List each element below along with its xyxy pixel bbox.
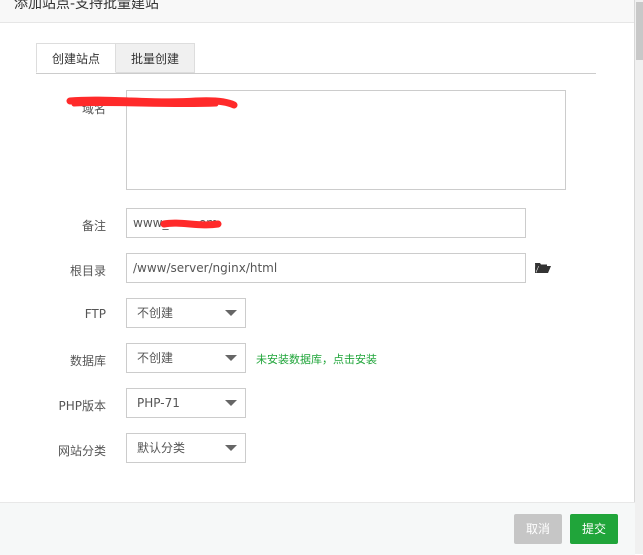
dialog-title-bar: 添加站点-支持批量建站 [0, 0, 643, 23]
tab-divider [36, 73, 596, 74]
php-version-label: PHP版本 [58, 399, 107, 413]
ftp-label: FTP [84, 307, 106, 321]
database-label: 数据库 [69, 354, 106, 368]
php-version-select-value: PHP-71 [137, 396, 180, 410]
root-dir-input[interactable] [126, 253, 526, 283]
php-version-select[interactable]: PHP-71 [126, 388, 246, 418]
folder-open-icon[interactable] [535, 262, 551, 274]
chevron-down-icon [225, 400, 237, 406]
root-dir-label: 根目录 [69, 264, 106, 278]
remark-redaction-mark [160, 219, 222, 229]
ftp-select[interactable]: 不创建 [126, 298, 246, 328]
site-category-select-value: 默认分类 [137, 441, 186, 455]
submit-button[interactable]: 提交 [570, 514, 618, 544]
tab-create-site[interactable]: 创建站点 [36, 43, 116, 73]
tab-batch-create[interactable]: 批量创建 [116, 43, 195, 73]
remark-label: 备注 [81, 219, 106, 233]
database-select-value: 不创建 [137, 351, 174, 365]
install-database-link[interactable]: 未安装数据库，点击安装 [256, 351, 377, 367]
scrollbar-thumb[interactable] [636, 2, 643, 60]
database-select[interactable]: 不创建 [126, 343, 246, 373]
scrollbar[interactable] [634, 0, 643, 554]
site-category-select[interactable]: 默认分类 [126, 433, 246, 463]
site-category-label: 网站分类 [57, 444, 106, 458]
domain-redaction-mark [66, 96, 238, 109]
ftp-select-value: 不创建 [137, 306, 174, 320]
chevron-down-icon [225, 355, 237, 361]
cancel-button[interactable]: 取消 [514, 514, 562, 544]
chevron-down-icon [225, 310, 237, 316]
dialog-title: 添加站点-支持批量建站 [14, 0, 160, 12]
chevron-down-icon [225, 445, 237, 451]
